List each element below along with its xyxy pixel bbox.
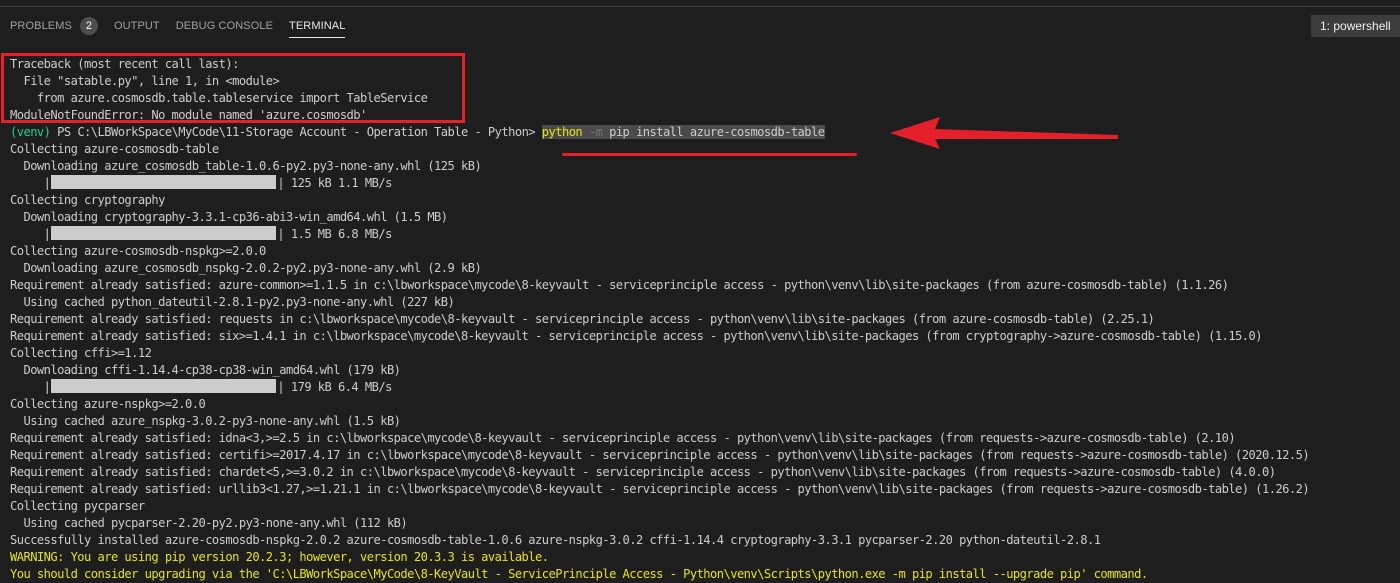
output-line: Using cached azure_nspkg-3.0.2-py3-none-… bbox=[10, 414, 401, 428]
output-line: Downloading azure_cosmosdb_table-1.0.6-p… bbox=[10, 159, 482, 173]
terminal-instance-dropdown[interactable]: 1: powershell bbox=[1311, 15, 1400, 37]
progress-suffix: | 125 kB 1.1 MB/s bbox=[277, 176, 392, 190]
command-args: pip install azure-cosmosdb-table bbox=[602, 125, 825, 139]
prompt-path: PS C:\LBWorkSpace\MyCode\11-Storage Acco… bbox=[50, 125, 542, 139]
pip-output: Collecting azure-cosmosdb-table Download… bbox=[10, 141, 1400, 583]
annotation-arrow-icon bbox=[890, 117, 1118, 149]
output-line: Downloading cryptography-3.3.1-cp36-abi3… bbox=[10, 210, 448, 224]
tab-problems[interactable]: PROBLEMS 2 bbox=[10, 12, 98, 40]
command-text: python -m pip install azure-cosmosdb-tab… bbox=[541, 125, 825, 139]
progress-suffix: | 179 kB 6.4 MB/s bbox=[277, 380, 392, 394]
tab-output[interactable]: OUTPUT bbox=[114, 12, 160, 40]
progress-line: | | 179 kB 6.4 MB/s bbox=[10, 379, 1400, 396]
warning-line: You should consider upgrading via the 'C… bbox=[10, 567, 1148, 581]
tab-label: TERMINAL bbox=[289, 20, 346, 32]
progress-bar bbox=[51, 379, 277, 393]
output-line: Collecting azure-cosmosdb-nspkg>=2.0.0 bbox=[10, 244, 266, 258]
venv-indicator: (venv) bbox=[10, 125, 51, 139]
progress-prefix: | bbox=[10, 176, 51, 190]
error-highlight-box bbox=[1, 53, 465, 123]
progress-line: | | 1.5 MB 6.8 MB/s bbox=[10, 226, 1400, 243]
output-line: Collecting cryptography bbox=[10, 193, 165, 207]
tab-debug-console[interactable]: DEBUG CONSOLE bbox=[176, 12, 273, 40]
output-line: Collecting pycparser bbox=[10, 499, 145, 513]
output-line: Requirement already satisfied: idna<3,>=… bbox=[10, 431, 1236, 445]
progress-suffix: | 1.5 MB 6.8 MB/s bbox=[277, 227, 392, 241]
output-line: Downloading azure_cosmosdb_nspkg-2.0.2-p… bbox=[10, 261, 482, 275]
output-line: Using cached python_dateutil-2.8.1-py2.p… bbox=[10, 295, 455, 309]
progress-bar bbox=[51, 175, 277, 189]
tab-terminal[interactable]: TERMINAL bbox=[289, 12, 346, 40]
output-line: Requirement already satisfied: requests … bbox=[10, 312, 1155, 326]
tab-label: OUTPUT bbox=[113, 20, 160, 32]
command-underline bbox=[562, 153, 857, 156]
progress-line: | | 125 kB 1.1 MB/s bbox=[10, 175, 1400, 192]
warning-line: WARNING: You are using pip version 20.2.… bbox=[10, 550, 549, 564]
progress-prefix: | bbox=[10, 227, 51, 241]
panel-top-border bbox=[0, 6, 1400, 7]
problems-count-badge: 2 bbox=[79, 17, 98, 35]
output-line: Requirement already satisfied: urllib3<1… bbox=[10, 482, 1310, 496]
tab-label: PROBLEMS bbox=[10, 20, 72, 32]
terminal-output[interactable]: Traceback (most recent call last): File … bbox=[10, 56, 1400, 583]
command-exe: python bbox=[541, 125, 583, 139]
progress-prefix: | bbox=[10, 380, 51, 394]
output-line: Collecting cffi>=1.12 bbox=[10, 346, 152, 360]
output-line: Using cached pycparser-2.20-py2.py3-none… bbox=[10, 516, 408, 530]
output-line: Requirement already satisfied: certifi>=… bbox=[10, 448, 1310, 462]
output-line: Requirement already satisfied: chardet<5… bbox=[10, 465, 1276, 479]
output-line: Downloading cffi-1.14.4-cp38-cp38-win_am… bbox=[10, 363, 401, 377]
progress-bar bbox=[51, 226, 277, 240]
output-line: Requirement already satisfied: six>=1.4.… bbox=[10, 329, 1263, 343]
prompt-line: (venv) PS C:\LBWorkSpace\MyCode\11-Stora… bbox=[10, 124, 1400, 141]
command-flag: -m bbox=[582, 125, 603, 139]
output-line: Requirement already satisfied: azure-com… bbox=[10, 278, 1229, 292]
panel-tab-bar: PROBLEMS 2 OUTPUT DEBUG CONSOLE TERMINAL bbox=[10, 12, 361, 40]
output-line: Collecting azure-nspkg>=2.0.0 bbox=[10, 397, 206, 411]
output-line: Successfully installed azure-cosmosdb-ns… bbox=[10, 533, 1101, 547]
tab-label: DEBUG CONSOLE bbox=[175, 20, 274, 32]
